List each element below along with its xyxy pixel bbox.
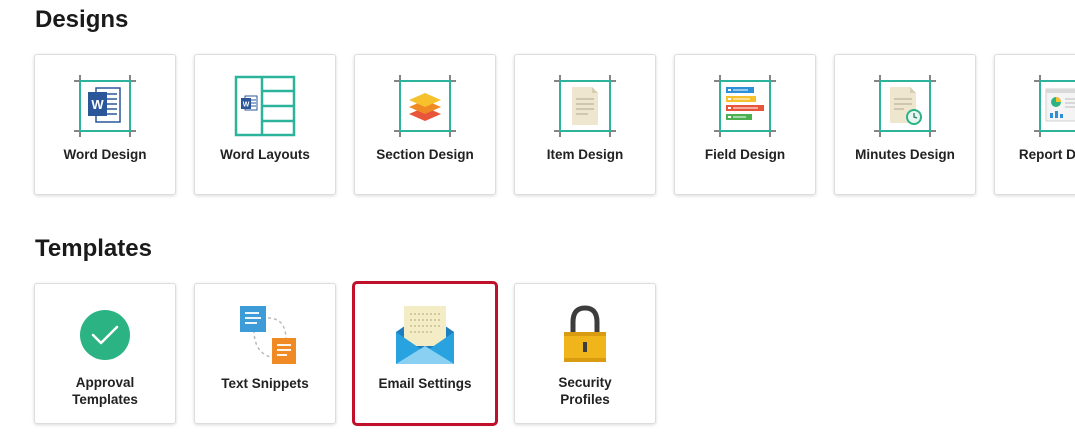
- item-design-label: Item Design: [546, 147, 624, 162]
- minutes-design-label: Minutes Design: [855, 147, 955, 162]
- document-clock-icon: [874, 75, 936, 137]
- report-design-label: Report Design: [1018, 147, 1075, 162]
- item-design-card[interactable]: Item Design: [514, 54, 656, 195]
- minutes-design-card[interactable]: Minutes Design: [834, 54, 976, 195]
- designs-templates-page: Designs W Word Design W Word Layouts Sec…: [0, 0, 1075, 445]
- section-design-label: Section Design: [376, 147, 474, 162]
- text-snippets-card[interactable]: Text Snippets: [194, 283, 336, 424]
- designs-row: W Word Design W Word Layouts Section Des…: [34, 54, 1075, 195]
- checkmark-circle-icon: [74, 304, 136, 366]
- security-profiles-label-line1: Security: [558, 375, 612, 390]
- word-layouts-label: Word Layouts: [220, 147, 310, 162]
- approval-templates-label-line2: Templates: [72, 392, 138, 407]
- svg-text:W: W: [91, 97, 104, 112]
- report-design-card[interactable]: Report Design: [994, 54, 1075, 195]
- approval-templates-label-line1: Approval: [75, 375, 135, 390]
- approval-templates-card[interactable]: Approval Templates: [34, 283, 176, 424]
- text-snippets-label: Text Snippets: [221, 376, 309, 391]
- report-chart-icon: [1034, 75, 1075, 137]
- text-snippets-icon: [234, 304, 296, 366]
- security-profiles-card[interactable]: Security Profiles: [514, 283, 656, 424]
- designs-heading: Designs: [35, 6, 129, 33]
- approval-templates-label: Approval Templates: [41, 374, 169, 408]
- security-profiles-label: Security Profiles: [521, 374, 649, 408]
- field-design-card[interactable]: Field Design: [674, 54, 816, 195]
- svg-text:W: W: [243, 102, 250, 109]
- field-bars-icon: [714, 75, 776, 137]
- section-design-card[interactable]: Section Design: [354, 54, 496, 195]
- word-design-card[interactable]: W Word Design: [34, 54, 176, 195]
- word-design-label: Word Design: [63, 147, 147, 162]
- email-settings-label: Email Settings: [378, 376, 472, 391]
- layers-stack-icon: [394, 75, 456, 137]
- padlock-icon: [554, 304, 616, 366]
- field-design-label: Field Design: [704, 147, 786, 162]
- word-layouts-card[interactable]: W Word Layouts: [194, 54, 336, 195]
- word-layout-grid-icon: W: [234, 75, 296, 137]
- envelope-letter-icon: [394, 304, 456, 366]
- email-settings-card[interactable]: Email Settings: [352, 281, 498, 426]
- word-document-icon: W: [74, 75, 136, 137]
- templates-row: Approval Templates Text Snippets Email S…: [34, 281, 656, 426]
- templates-heading: Templates: [35, 235, 152, 262]
- security-profiles-label-line2: Profiles: [560, 392, 610, 407]
- document-page-icon: [554, 75, 616, 137]
